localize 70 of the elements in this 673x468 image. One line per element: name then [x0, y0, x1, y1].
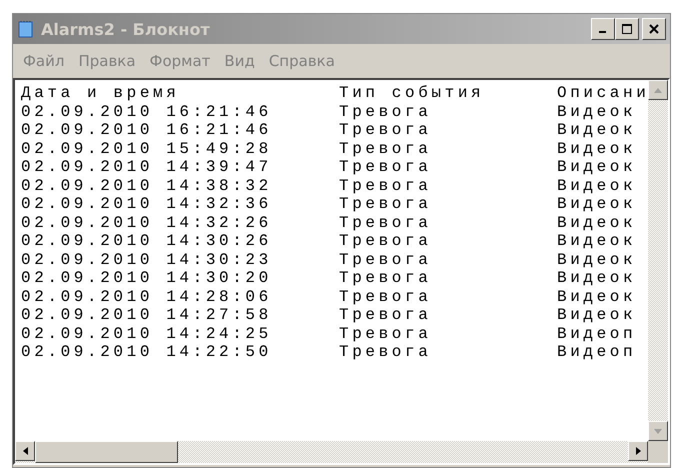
scroll-thumb[interactable] — [35, 441, 178, 463]
vertical-scrollbar[interactable] — [648, 80, 668, 441]
window-title: Alarms2 - Блокнот — [41, 20, 211, 38]
text-line: Тревога — [339, 140, 432, 158]
text-line: Видеок — [557, 232, 638, 250]
text-line: 02.09.2010 14:38:32 — [21, 176, 273, 195]
text-line: Видеоп — [557, 324, 638, 343]
text-line: 02.09.2010 15:49:28 — [21, 140, 273, 158]
text-line: Тревога — [339, 214, 432, 232]
text-line: Видеок — [557, 158, 638, 176]
text-line: 02.09.2010 14:39:47 — [21, 158, 273, 176]
text-line: Видеок — [557, 306, 638, 324]
notepad-icon — [17, 20, 35, 38]
text-line: Тревога — [339, 158, 432, 176]
text-line: Тревога — [339, 343, 432, 362]
text-line: 02.09.2010 14:28:06 — [21, 288, 273, 306]
resize-grip[interactable] — [648, 441, 668, 463]
text-line: Видеок — [557, 102, 638, 121]
text-line: Видеоп — [557, 343, 638, 362]
down-arrow-icon — [654, 428, 662, 434]
text-line: Тревога — [339, 195, 432, 214]
text-line: Видеок — [557, 269, 638, 288]
menu-item[interactable]: Формат — [146, 52, 214, 70]
text-line: Тревога — [339, 250, 432, 269]
close-icon — [649, 24, 659, 34]
text-line: 02.09.2010 14:32:26 — [21, 214, 273, 232]
text-line: Тревога — [339, 232, 432, 250]
scroll-left-button[interactable] — [15, 441, 35, 461]
text-area[interactable] — [13, 78, 670, 465]
text-line: 02.09.2010 14:30:20 — [21, 269, 273, 288]
maximize-icon — [622, 24, 632, 34]
menu-item[interactable]: Вид — [220, 52, 259, 70]
text-line: Тревога — [339, 306, 432, 324]
text-line: Тревога — [339, 102, 432, 121]
menu-item[interactable]: Справка — [264, 52, 339, 70]
text-line: Тип события — [339, 84, 486, 102]
text-line: 02.09.2010 14:24:25 — [21, 324, 273, 343]
menu-item[interactable]: Файл — [19, 52, 68, 70]
menu-item[interactable]: Правка — [74, 52, 140, 70]
text-line: Видеок — [557, 214, 638, 232]
text-line: Тревога — [339, 324, 432, 343]
text-line: Дата и время — [21, 84, 180, 102]
text-line: Описани — [557, 84, 648, 102]
close-button[interactable] — [642, 18, 666, 40]
text-line: 02.09.2010 14:27:58 — [21, 306, 273, 324]
text-line: Видеок — [557, 121, 638, 140]
scroll-up-button[interactable] — [648, 80, 668, 100]
text-line: Видеок — [557, 176, 638, 195]
minimize-button[interactable] — [591, 18, 615, 40]
text-line: 02.09.2010 14:22:50 — [21, 343, 273, 362]
text-line: Видеок — [557, 288, 638, 306]
text-line: Видеок — [557, 140, 638, 158]
scroll-right-button[interactable] — [628, 441, 648, 461]
scroll-down-button[interactable] — [648, 421, 668, 441]
text-line: Видеок — [557, 195, 638, 214]
text-line: 02.09.2010 14:30:26 — [21, 232, 273, 250]
right-arrow-icon — [636, 447, 640, 455]
text-line: Тревога — [339, 288, 432, 306]
text-line: 02.09.2010 16:21:46 — [21, 121, 273, 140]
text-line: 02.09.2010 14:32:36 — [21, 195, 273, 214]
text-line: Видеок — [557, 250, 638, 269]
left-arrow-icon — [22, 447, 28, 455]
text-line: Тревога — [339, 176, 432, 195]
horizontal-scrollbar[interactable] — [15, 441, 648, 463]
text-line: 02.09.2010 16:21:46 — [21, 102, 273, 121]
text-line: 02.09.2010 14:30:23 — [21, 250, 273, 269]
text-line: Тревога — [339, 121, 432, 140]
maximize-button[interactable] — [615, 18, 639, 40]
up-arrow-icon — [654, 88, 662, 92]
text-line: Тревога — [339, 269, 432, 288]
